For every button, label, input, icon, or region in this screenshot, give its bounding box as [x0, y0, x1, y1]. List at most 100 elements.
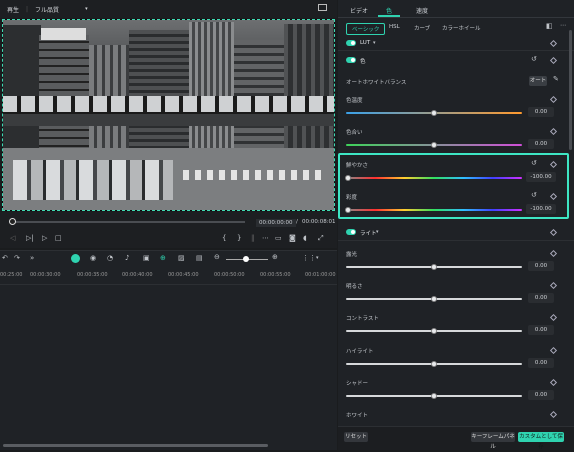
contrast-value[interactable]: 0.00	[528, 325, 554, 335]
play-mode-label[interactable]: 再生	[7, 5, 19, 14]
split-icon[interactable]: ‖	[251, 234, 255, 242]
redo-icon[interactable]: ↷	[14, 254, 20, 262]
chevron-down-icon[interactable]: ▾	[373, 40, 376, 46]
speech-icon[interactable]: ◔	[107, 254, 113, 262]
tab-video[interactable]: ビデオ	[350, 6, 368, 15]
brightness-knob[interactable]	[431, 296, 437, 302]
prev-frame-icon[interactable]: ◁	[10, 234, 15, 242]
timeline-ruler[interactable]: 00:25:00 00:00:30:00 00:00:35:00 00:00:4…	[0, 269, 337, 285]
keyframe-diamond-icon[interactable]	[549, 249, 558, 258]
saturation-knob[interactable]	[345, 207, 351, 213]
keyframe-diamond-icon[interactable]	[549, 228, 558, 237]
reset-button[interactable]: リセット	[344, 432, 368, 442]
saturation-slider[interactable]	[345, 207, 522, 213]
highlight-slider[interactable]	[346, 361, 522, 367]
keyframe-diamond-icon[interactable]	[549, 127, 558, 136]
tab-color[interactable]: 色	[386, 6, 392, 15]
saturation-value[interactable]: -100.00	[526, 204, 556, 214]
more-options-icon[interactable]: ⋯	[560, 22, 566, 29]
expand-icon[interactable]: ⤢	[318, 234, 324, 243]
tint-value[interactable]: 0.00	[528, 139, 554, 149]
keyframe-diamond-icon[interactable]	[549, 39, 558, 48]
tint-knob[interactable]	[431, 142, 437, 148]
keyframe-diamond-icon[interactable]	[549, 378, 558, 387]
chevron-down-icon[interactable]: ▾	[316, 255, 319, 261]
reset-icon[interactable]: ↺	[531, 55, 537, 63]
ripple-icon[interactable]: ⊕	[160, 254, 166, 262]
exposure-slider[interactable]	[346, 264, 522, 270]
subtitle-icon[interactable]: ▤	[196, 254, 203, 262]
video-preview[interactable]	[2, 19, 335, 211]
keyframe-diamond-icon[interactable]	[549, 56, 558, 65]
vibrance-value[interactable]: -100.00	[526, 172, 556, 182]
playhead-knob[interactable]	[9, 218, 16, 225]
snapshot-display-icon[interactable]	[318, 4, 327, 11]
shadow-knob[interactable]	[431, 393, 437, 399]
contrast-knob[interactable]	[431, 328, 437, 334]
progress-track[interactable]	[10, 221, 245, 223]
marker-icon[interactable]: ◉	[90, 254, 96, 262]
timeline-scrollbar[interactable]	[3, 444, 268, 447]
chevron-down-icon[interactable]: ▾	[376, 229, 379, 235]
highlight-value[interactable]: 0.00	[528, 358, 554, 368]
lut-toggle[interactable]	[346, 40, 356, 46]
frame-icon[interactable]: ▨	[178, 254, 185, 262]
tick-label: 00:00:45:00	[168, 272, 199, 278]
keyframe-diamond-icon[interactable]	[549, 95, 558, 104]
exposure-value[interactable]: 0.00	[528, 261, 554, 271]
highlight-knob[interactable]	[431, 361, 437, 367]
saturation-label: 彩度	[346, 195, 358, 201]
auto-wb-button[interactable]: オート	[529, 76, 547, 86]
volume-icon[interactable]: ◖	[303, 234, 307, 242]
auto-icon[interactable]: ▣	[143, 254, 150, 262]
play-reverse-icon[interactable]: ▷|	[26, 234, 34, 242]
display-icon[interactable]: ▭	[275, 234, 282, 242]
snap-toggle-icon[interactable]	[71, 254, 80, 263]
reset-icon[interactable]: ↺	[531, 159, 537, 167]
shadow-value[interactable]: 0.00	[528, 390, 554, 400]
subtab-curves[interactable]: カーブ	[414, 24, 430, 32]
subtab-wheels[interactable]: カラーホイール	[442, 24, 481, 32]
temp-knob[interactable]	[431, 110, 437, 116]
keyframe-diamond-icon[interactable]	[549, 313, 558, 322]
keyframe-panel-button[interactable]: キーフレームパネル	[471, 432, 515, 450]
tab-speed[interactable]: 速度	[416, 6, 428, 15]
mic-icon[interactable]: ♪	[125, 254, 129, 262]
zoom-in-icon[interactable]: ⊕	[272, 253, 278, 261]
keyframe-diamond-icon[interactable]	[549, 281, 558, 290]
subtab-hsl[interactable]: HSL	[389, 24, 400, 30]
brightness-value[interactable]: 0.00	[528, 293, 554, 303]
vibrance-slider[interactable]	[345, 175, 522, 181]
quality-dropdown[interactable]: フル品質 ▾	[35, 5, 88, 14]
shadow-slider[interactable]	[346, 393, 522, 399]
fullscreen-preview-icon[interactable]: ⋯	[262, 234, 269, 242]
temp-slider[interactable]	[346, 110, 522, 116]
panel-scrollbar[interactable]	[569, 30, 572, 150]
save-custom-button[interactable]: カスタムとして保存	[518, 432, 564, 450]
divider	[338, 240, 574, 241]
vibrance-knob[interactable]	[345, 175, 351, 181]
grid-icon[interactable]: ⋮⋮	[302, 254, 316, 262]
eyedropper-icon[interactable]: ✎	[553, 75, 559, 83]
camera-icon[interactable]: ◙	[289, 234, 296, 242]
compare-icon[interactable]: ◧	[546, 22, 553, 30]
keyframe-diamond-icon[interactable]	[549, 346, 558, 355]
zoom-out-icon[interactable]: ⊖	[214, 253, 220, 261]
stop-icon[interactable]: □	[55, 234, 62, 242]
light-toggle[interactable]	[346, 229, 356, 235]
temp-value[interactable]: 0.00	[528, 107, 554, 117]
more-icon[interactable]: »	[30, 254, 34, 262]
tint-slider[interactable]	[346, 142, 522, 148]
undo-icon[interactable]: ↶	[2, 254, 8, 262]
brightness-slider[interactable]	[346, 296, 522, 302]
exposure-knob[interactable]	[431, 264, 437, 270]
play-icon[interactable]: ▷	[42, 234, 47, 242]
mark-in-icon[interactable]: {	[222, 234, 226, 242]
reset-icon[interactable]: ↺	[531, 191, 537, 199]
subtab-basic[interactable]: ベーシック	[346, 23, 386, 35]
color-toggle[interactable]	[346, 57, 356, 63]
keyframe-diamond-icon[interactable]	[549, 410, 558, 419]
zoom-knob[interactable]	[243, 256, 249, 262]
contrast-slider[interactable]	[346, 328, 522, 334]
mark-out-icon[interactable]: }	[237, 234, 241, 242]
